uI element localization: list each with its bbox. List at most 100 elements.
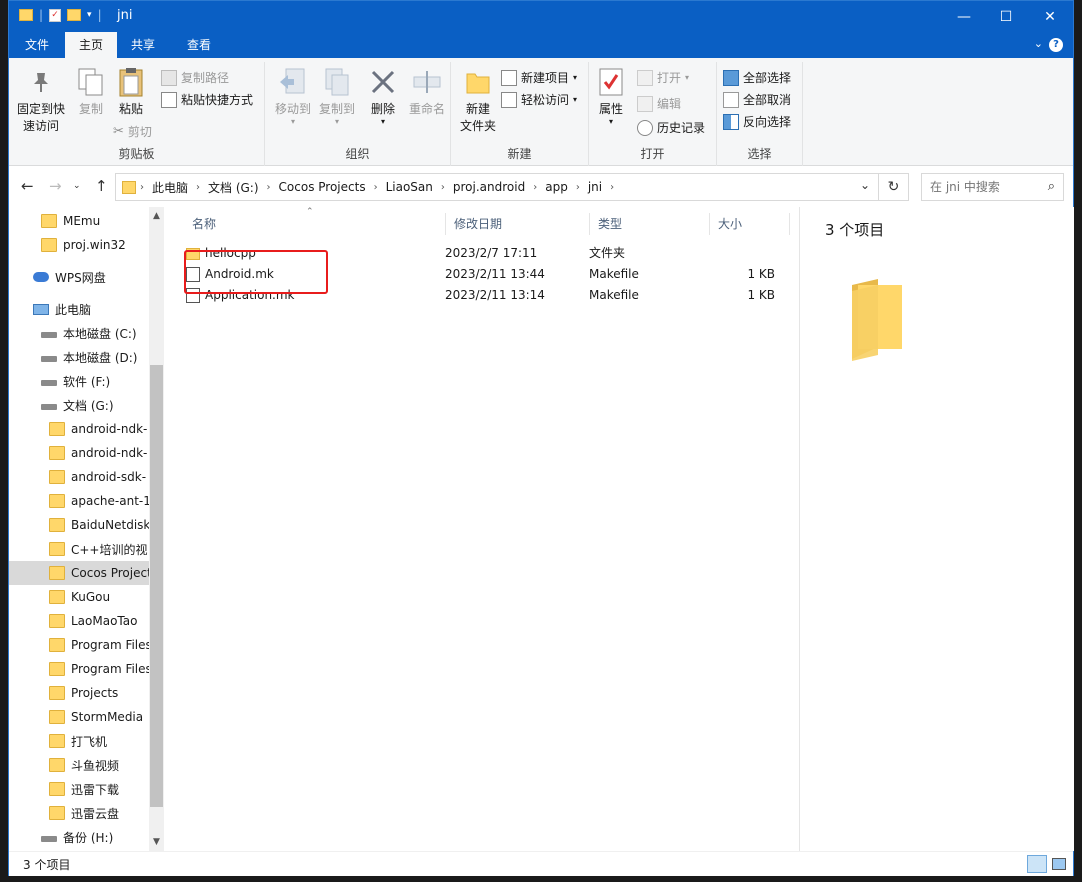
breadcrumb-this-pc[interactable]: 此电脑 bbox=[148, 179, 192, 196]
breadcrumb-app[interactable]: app bbox=[541, 180, 572, 194]
search-icon[interactable]: ⌕ bbox=[1048, 179, 1055, 194]
breadcrumb-separator-icon[interactable]: › bbox=[437, 182, 449, 193]
help-icon[interactable]: ? bbox=[1049, 38, 1063, 52]
folder-icon bbox=[49, 542, 65, 556]
recent-locations-chevron-icon[interactable]: ⌄ bbox=[73, 181, 81, 191]
copy-to-button[interactable]: 复制到 ▾ bbox=[311, 66, 363, 126]
large-icons-view-icon[interactable] bbox=[1049, 855, 1069, 873]
properties-button[interactable]: 属性 ▾ bbox=[589, 66, 633, 126]
search-input[interactable] bbox=[922, 174, 1032, 200]
breadcrumb-separator-icon[interactable]: › bbox=[192, 182, 204, 193]
nav-item[interactable]: Program Files bbox=[9, 657, 149, 681]
column-header-type[interactable]: 类型 bbox=[590, 213, 710, 235]
nav-item[interactable]: 此电脑 bbox=[9, 297, 149, 321]
nav-item[interactable]: android-ndk- bbox=[9, 417, 149, 441]
nav-scrollbar[interactable]: ▲ ▼ bbox=[149, 207, 164, 851]
tab-file[interactable]: 文件 bbox=[9, 32, 65, 58]
scroll-down-arrow-icon[interactable]: ▼ bbox=[149, 837, 164, 847]
history-button[interactable]: 历史记录 bbox=[637, 118, 705, 138]
nav-item[interactable]: 迅雷云盘 bbox=[9, 801, 149, 825]
breadcrumb-proj-android[interactable]: proj.android bbox=[449, 180, 529, 194]
paste-button[interactable]: 粘贴 bbox=[105, 66, 157, 118]
nav-item[interactable]: apache-ant-1 bbox=[9, 489, 149, 513]
nav-item-label: KuGou bbox=[71, 590, 111, 604]
address-bar[interactable]: › 此电脑 › 文档 (G:) › Cocos Projects › LiaoS… bbox=[115, 173, 879, 201]
paste-label: 粘贴 bbox=[118, 102, 143, 116]
nav-item[interactable]: LaoMaoTao bbox=[9, 609, 149, 633]
properties-check-icon[interactable]: ✓ bbox=[49, 8, 62, 22]
details-view-icon[interactable] bbox=[1027, 855, 1047, 873]
edit-button[interactable]: 编辑 bbox=[637, 94, 681, 114]
preview-pane: 3 个项目 bbox=[799, 207, 1074, 851]
search-box[interactable]: ⌕ bbox=[921, 173, 1064, 201]
collapse-ribbon-icon[interactable]: ⌄ bbox=[1034, 37, 1043, 50]
nav-item[interactable]: KuGou bbox=[9, 585, 149, 609]
back-arrow-icon[interactable]: ← bbox=[21, 177, 34, 195]
tab-view[interactable]: 查看 bbox=[173, 32, 225, 58]
breadcrumb-separator-icon[interactable]: › bbox=[572, 182, 584, 193]
close-button[interactable]: ✕ bbox=[1027, 1, 1073, 32]
paste-shortcut-button[interactable]: 粘贴快捷方式 bbox=[161, 90, 253, 110]
breadcrumb-cocos-projects[interactable]: Cocos Projects bbox=[275, 180, 370, 194]
open-button[interactable]: 打开 ▾ bbox=[637, 68, 689, 88]
easy-access-button[interactable]: 轻松访问 ▾ bbox=[501, 90, 577, 110]
nav-item[interactable]: android-sdk- bbox=[9, 465, 149, 489]
invert-selection-label: 反向选择 bbox=[743, 115, 792, 129]
nav-item-label: 备份 (H:) bbox=[63, 830, 114, 845]
breadcrumb-separator-icon[interactable]: › bbox=[529, 182, 541, 193]
paste-icon bbox=[115, 66, 147, 98]
maximize-button[interactable]: ☐ bbox=[983, 1, 1029, 32]
select-all-button[interactable]: 全部选择 bbox=[723, 68, 791, 88]
tab-share[interactable]: 共享 bbox=[117, 32, 169, 58]
nav-item[interactable]: 斗鱼视频 bbox=[9, 753, 149, 777]
breadcrumb-separator-icon[interactable]: › bbox=[370, 182, 382, 193]
new-folder-icon[interactable] bbox=[67, 9, 82, 21]
up-arrow-icon[interactable]: ↑ bbox=[95, 177, 108, 195]
nav-item[interactable]: BaiduNetdisk bbox=[9, 513, 149, 537]
forward-arrow-icon[interactable]: → bbox=[49, 177, 62, 195]
nav-item-label: C++培训的视 bbox=[71, 542, 148, 557]
nav-item[interactable]: 迅雷下载 bbox=[9, 777, 149, 801]
nav-item[interactable]: C++培训的视 bbox=[9, 537, 149, 561]
nav-item[interactable]: 本地磁盘 (D:) bbox=[9, 345, 149, 369]
scrollbar-thumb[interactable] bbox=[150, 365, 163, 807]
nav-item[interactable]: 备份 (H:) bbox=[9, 825, 149, 849]
nav-item[interactable]: MEmu bbox=[9, 209, 149, 233]
nav-item[interactable]: Cocos Project bbox=[9, 561, 149, 585]
address-dropdown-chevron-icon[interactable]: ⌄ bbox=[860, 178, 870, 192]
nav-item[interactable]: 软件 (F:) bbox=[9, 369, 149, 393]
breadcrumb-separator-icon[interactable]: › bbox=[263, 182, 275, 193]
nav-item[interactable]: Projects bbox=[9, 681, 149, 705]
nav-item[interactable]: 本地磁盘 (C:) bbox=[9, 321, 149, 345]
file-date: 2023/2/7 17:11 bbox=[445, 246, 538, 260]
invert-selection-button[interactable]: 反向选择 bbox=[723, 112, 791, 132]
breadcrumb-drive-g[interactable]: 文档 (G:) bbox=[204, 179, 263, 196]
minimize-button[interactable]: — bbox=[941, 1, 987, 32]
qat-dropdown-icon[interactable]: ▾ bbox=[87, 10, 92, 20]
cut-button[interactable]: ✂ 剪切 bbox=[113, 122, 152, 142]
breadcrumb-jni[interactable]: jni bbox=[584, 180, 606, 194]
tab-home[interactable]: 主页 bbox=[65, 32, 117, 58]
breadcrumb-separator-icon[interactable]: › bbox=[136, 182, 148, 193]
nav-item[interactable]: proj.win32 bbox=[9, 233, 149, 257]
copy-path-button[interactable]: 复制路径 bbox=[161, 68, 229, 88]
breadcrumb-separator-icon[interactable]: › bbox=[606, 182, 618, 193]
new-item-button[interactable]: 新建项目 ▾ bbox=[501, 68, 577, 88]
refresh-button[interactable]: ↻ bbox=[879, 173, 909, 201]
nav-item[interactable]: WPS网盘 bbox=[9, 265, 149, 289]
nav-item[interactable]: 文档 (G:) bbox=[9, 393, 149, 417]
new-folder-button[interactable]: 新建 文件夹 bbox=[453, 66, 503, 135]
scroll-up-arrow-icon[interactable]: ▲ bbox=[149, 211, 164, 221]
breadcrumb-liaosan[interactable]: LiaoSan bbox=[382, 180, 437, 194]
column-header-date[interactable]: 修改日期 bbox=[446, 213, 590, 235]
column-header-name[interactable]: 名称 bbox=[184, 213, 446, 235]
nav-item[interactable]: Program Files bbox=[9, 633, 149, 657]
column-header-size[interactable]: 大小 bbox=[710, 213, 790, 235]
delete-button[interactable]: 删除 ▾ bbox=[363, 66, 403, 126]
pin-quick-access-button[interactable]: 固定到快 速访问 bbox=[13, 66, 69, 135]
rename-button[interactable]: 重命名 bbox=[403, 66, 451, 118]
nav-item[interactable]: 打飞机 bbox=[9, 729, 149, 753]
nav-item[interactable]: StormMedia bbox=[9, 705, 149, 729]
nav-item[interactable]: android-ndk- bbox=[9, 441, 149, 465]
select-none-button[interactable]: 全部取消 bbox=[723, 90, 791, 110]
